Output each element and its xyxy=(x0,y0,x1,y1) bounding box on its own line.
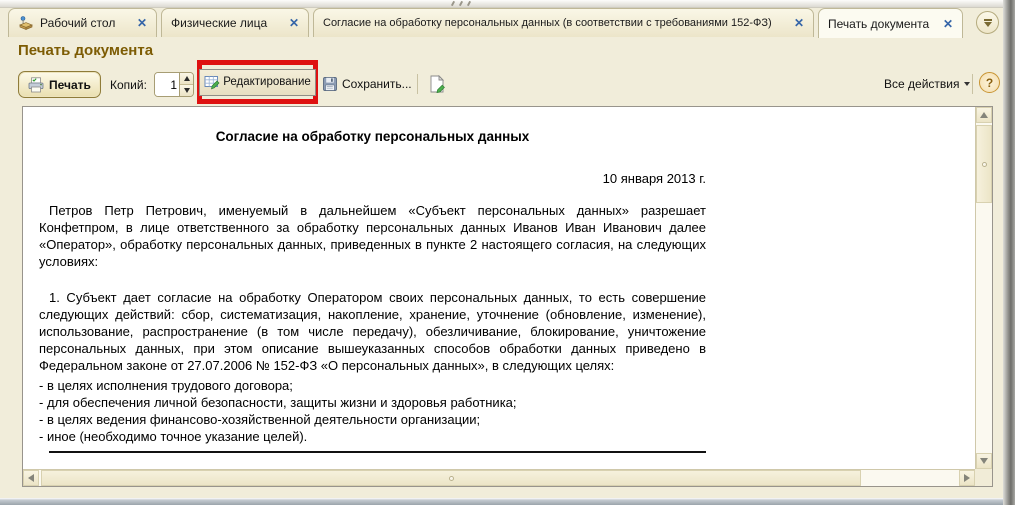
tab-desktop[interactable]: Рабочий стол ✕ xyxy=(8,8,157,37)
edit-button[interactable]: Редактирование xyxy=(199,69,316,96)
edit-button-label: Редактирование xyxy=(223,76,311,88)
scrollbar-corner xyxy=(975,469,992,486)
desktop-icon xyxy=(18,15,34,31)
arrow-left-icon xyxy=(28,474,34,482)
window-top-edge xyxy=(0,0,1015,8)
document-paragraph: 1. Субъект дает согласие на обработку Оп… xyxy=(39,289,706,374)
print-button[interactable]: Печать xyxy=(18,71,101,98)
close-icon[interactable]: ✕ xyxy=(794,17,804,29)
spin-up-button[interactable] xyxy=(180,73,193,85)
spin-down-button[interactable] xyxy=(180,85,193,96)
help-button[interactable]: ? xyxy=(979,72,1000,93)
signature-line xyxy=(49,451,706,453)
arrow-up-icon xyxy=(184,76,190,81)
gripper-icon xyxy=(451,1,455,6)
save-button-label: Сохранить... xyxy=(342,77,412,91)
document-title: Согласие на обработку персональных данны… xyxy=(39,128,706,145)
horizontal-scroll-thumb[interactable] xyxy=(41,470,861,486)
copies-stepper[interactable] xyxy=(154,72,194,97)
tab-print-document[interactable]: Печать документа ✕ xyxy=(818,8,963,38)
chevron-down-icon xyxy=(964,82,970,86)
toolbar-separator xyxy=(972,74,973,94)
help-icon: ? xyxy=(986,76,993,90)
scroll-down-button[interactable] xyxy=(976,453,992,469)
application-window: Рабочий стол ✕ Физические лица ✕ Согласи… xyxy=(0,0,1015,505)
close-icon[interactable]: ✕ xyxy=(137,17,147,29)
thumb-grip-icon xyxy=(449,476,454,481)
all-actions-button[interactable]: Все действия xyxy=(884,77,970,91)
chevron-down-icon xyxy=(984,22,992,27)
tab-list-dropdown-button[interactable] xyxy=(976,11,999,34)
tab-label: Физические лица xyxy=(171,16,279,30)
printer-icon xyxy=(28,77,44,93)
page-title: Печать документа xyxy=(18,42,153,59)
document-preview-panel: Согласие на обработку персональных данны… xyxy=(22,106,993,487)
document-page: Согласие на обработку персональных данны… xyxy=(23,107,975,469)
tab-consent-form[interactable]: Согласие на обработку персональных данны… xyxy=(313,8,814,37)
tab-individuals[interactable]: Физические лица ✕ xyxy=(161,8,309,37)
tab-label: Рабочий стол xyxy=(40,16,127,30)
window-bottom-edge xyxy=(0,498,1003,505)
vertical-scroll-thumb[interactable] xyxy=(976,125,992,203)
document-edit-button[interactable] xyxy=(425,72,449,96)
page-pencil-icon xyxy=(428,75,446,93)
close-icon[interactable]: ✕ xyxy=(943,18,953,30)
horizontal-scrollbar[interactable] xyxy=(23,469,975,486)
toolbar-separator xyxy=(417,74,418,94)
tab-label: Согласие на обработку персональных данны… xyxy=(323,17,784,29)
vertical-scrollbar[interactable] xyxy=(975,107,992,469)
scroll-right-button[interactable] xyxy=(959,470,975,486)
scroll-left-button[interactable] xyxy=(23,470,39,486)
annotation-highlight-box: Редактирование xyxy=(197,60,318,104)
table-edit-icon xyxy=(204,74,220,90)
all-actions-label: Все действия xyxy=(884,77,959,91)
document-bullet: - иное (необходимо точное указание целей… xyxy=(39,428,706,445)
chevron-down-icon xyxy=(984,19,992,21)
gripper-icon xyxy=(467,1,471,6)
copies-label: Копий: xyxy=(110,78,147,92)
close-icon[interactable]: ✕ xyxy=(289,17,299,29)
window-right-edge xyxy=(1003,0,1015,505)
document-bullet: - в целях исполнения трудового договора; xyxy=(39,377,706,394)
arrow-right-icon xyxy=(964,474,970,482)
save-icon xyxy=(322,76,338,92)
document-bullet: - для обеспечения личной безопасности, з… xyxy=(39,394,706,411)
document-paragraph: Петров Петр Петрович, именуемый в дальне… xyxy=(39,202,706,270)
arrow-down-icon xyxy=(184,88,190,93)
print-button-label: Печать xyxy=(49,78,91,92)
gripper-icon xyxy=(459,1,463,6)
scroll-up-button[interactable] xyxy=(976,107,992,123)
arrow-down-icon xyxy=(980,458,988,464)
tab-label: Печать документа xyxy=(828,17,933,31)
thumb-grip-icon xyxy=(982,162,987,167)
arrow-up-icon xyxy=(980,112,988,118)
save-button[interactable]: Сохранить... xyxy=(322,73,412,95)
copies-input[interactable] xyxy=(155,73,179,96)
document-date: 10 января 2013 г. xyxy=(39,170,706,187)
document-bullet: - в целях ведения финансово-хозяйственно… xyxy=(39,411,706,428)
